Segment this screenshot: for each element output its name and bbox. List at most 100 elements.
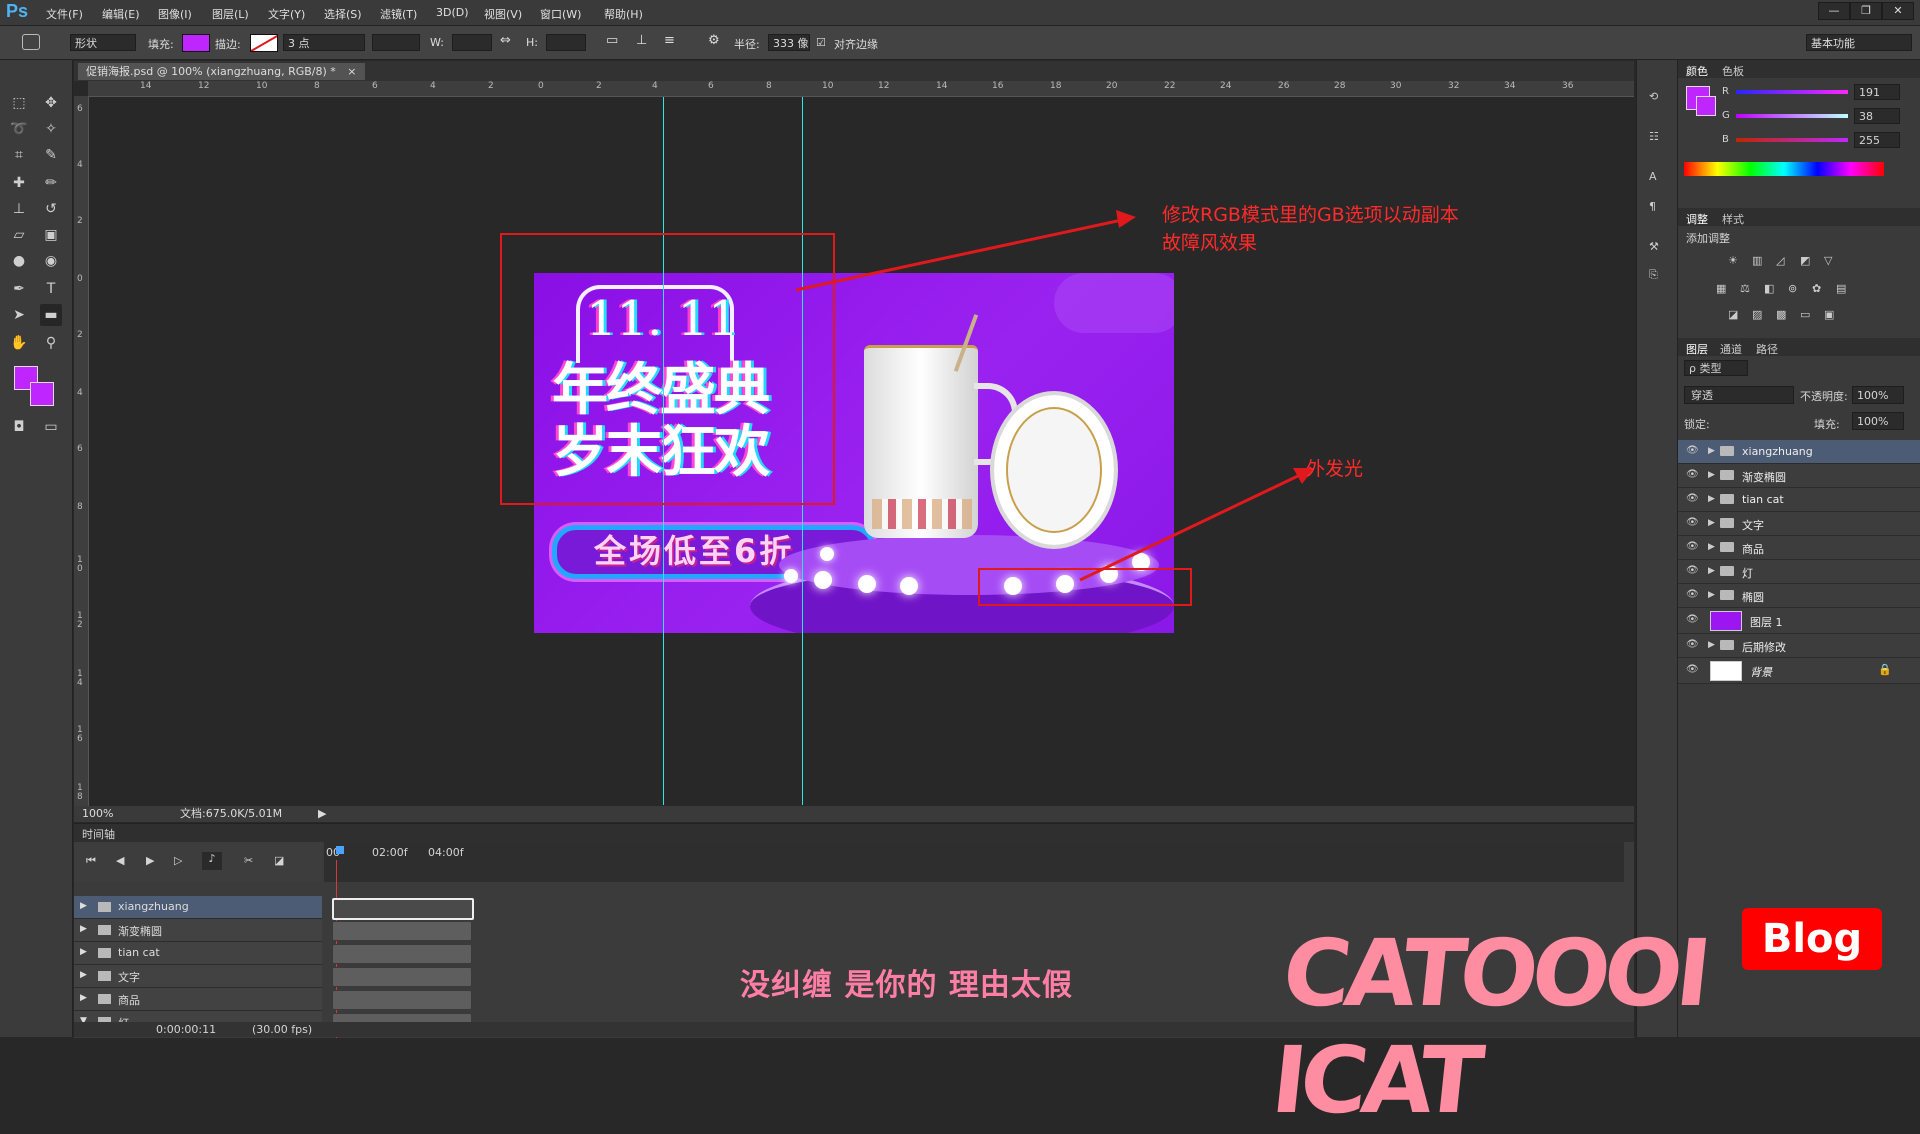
eye-icon[interactable]: 👁 <box>1686 493 1699 505</box>
timeline-clip[interactable] <box>332 921 472 941</box>
gradient-map-icon[interactable]: ▭ <box>1800 308 1810 321</box>
layer-row[interactable]: 👁 ▶ 后期修改 <box>1678 634 1920 658</box>
r-slider[interactable] <box>1736 90 1848 94</box>
expand-arrow-icon[interactable]: ▶ <box>80 924 87 934</box>
tab-layers[interactable]: 图层 <box>1686 341 1708 357</box>
expand-arrow-icon[interactable]: ▶ <box>1708 566 1715 576</box>
eye-icon[interactable]: 👁 <box>1686 589 1699 601</box>
current-time[interactable]: 0:00:00:11 <box>156 1023 216 1036</box>
b-value[interactable]: 255 <box>1854 132 1900 148</box>
invert-icon[interactable]: ◪ <box>1728 308 1738 321</box>
playhead-icon[interactable] <box>336 846 344 854</box>
eye-icon[interactable]: 👁 <box>1686 469 1699 481</box>
timeline-layer-name: 渐变椭圆 <box>118 925 162 938</box>
expand-arrow-icon[interactable]: ▶ <box>1708 494 1715 504</box>
bw-icon[interactable]: ◧ <box>1764 282 1774 295</box>
annotation-arrow <box>1079 473 1301 582</box>
fill-field[interactable]: 100% <box>1852 412 1904 430</box>
expand-arrow-icon[interactable]: ▶ <box>1708 590 1715 600</box>
expand-arrow-icon[interactable]: ▶ <box>80 970 87 980</box>
posterize-icon[interactable]: ▨ <box>1752 308 1762 321</box>
b-slider[interactable] <box>1736 138 1848 142</box>
layer-row[interactable]: 👁 ▶ 文字 <box>1678 512 1920 536</box>
timeline-layer-row[interactable]: ▶ 文字 <box>74 965 322 988</box>
scissors-icon[interactable]: ✂ <box>244 854 253 867</box>
layer-row[interactable]: 👁 ▶ tian cat <box>1678 488 1920 512</box>
play-icon[interactable]: ▶ <box>146 854 154 867</box>
curves-icon[interactable]: ◿ <box>1776 254 1784 267</box>
lookup-icon[interactable]: ▤ <box>1836 282 1846 295</box>
layer-row[interactable]: 👁 背景 🔒 <box>1678 658 1920 684</box>
timeline-layer-row[interactable]: ▶ 商品 <box>74 988 322 1011</box>
eye-icon[interactable]: 👁 <box>1686 639 1699 651</box>
g-value[interactable]: 38 <box>1854 108 1900 124</box>
timeline-clip[interactable] <box>332 944 472 964</box>
tab-swatches[interactable]: 色板 <box>1722 63 1744 79</box>
transition-icon[interactable]: ◪ <box>274 854 284 867</box>
r-value[interactable]: 191 <box>1854 84 1900 100</box>
eye-icon[interactable]: 👁 <box>1686 664 1699 676</box>
properties-icon[interactable]: ☷ <box>1649 130 1659 143</box>
zoom-level[interactable]: 100% <box>82 806 113 822</box>
g-slider[interactable] <box>1736 114 1848 118</box>
tool-presets-icon[interactable]: ⚒ <box>1649 240 1659 253</box>
layer-row[interactable]: 👁 ▶ 灯 <box>1678 560 1920 584</box>
brightness-icon[interactable]: ☀ <box>1728 254 1738 267</box>
prev-frame-icon[interactable]: ◀ <box>116 854 124 867</box>
eye-icon[interactable]: 👁 <box>1686 445 1699 457</box>
layer-row[interactable]: 👁 ▶ 商品 <box>1678 536 1920 560</box>
expand-arrow-icon[interactable]: ▶ <box>1708 640 1715 650</box>
paragraph-icon[interactable]: ¶ <box>1649 200 1656 213</box>
opacity-field[interactable]: 100% <box>1852 386 1904 404</box>
layer-row[interactable]: 👁 图层 1 <box>1678 608 1920 634</box>
tab-styles[interactable]: 样式 <box>1722 211 1744 227</box>
tab-color[interactable]: 颜色 <box>1686 63 1708 79</box>
timeline-layer-name: tian cat <box>118 946 160 959</box>
color-balance-icon[interactable]: ⚖ <box>1740 282 1750 295</box>
photo-filter-icon[interactable]: ⊚ <box>1788 282 1797 295</box>
vibrance-icon[interactable]: ▽ <box>1824 254 1832 267</box>
threshold-icon[interactable]: ▩ <box>1776 308 1786 321</box>
timeline-clip[interactable] <box>332 898 474 920</box>
character-icon[interactable]: A <box>1649 170 1657 183</box>
timeline-layer-row[interactable]: ▶ tian cat <box>74 942 322 965</box>
timeline-clip[interactable] <box>332 990 472 1010</box>
status-menu-arrow-icon[interactable]: ▶ <box>318 806 326 822</box>
layer-row[interactable]: 👁 ▶ 椭圆 <box>1678 584 1920 608</box>
layer-row[interactable]: 👁 ▶ xiangzhuang <box>1678 440 1920 464</box>
blend-mode-select[interactable]: 穿透 <box>1684 386 1794 404</box>
eye-icon[interactable]: 👁 <box>1686 541 1699 553</box>
eye-icon[interactable]: 👁 <box>1686 565 1699 577</box>
eye-icon[interactable]: 👁 <box>1686 614 1699 626</box>
expand-arrow-icon[interactable]: ▶ <box>1708 542 1715 552</box>
color-spectrum[interactable] <box>1684 162 1884 176</box>
color-bg-swatch[interactable] <box>1696 96 1716 116</box>
expand-arrow-icon[interactable]: ▶ <box>1708 446 1715 456</box>
expand-arrow-icon[interactable]: ▶ <box>1708 518 1715 528</box>
tab-adjustments[interactable]: 调整 <box>1686 211 1708 227</box>
history-icon[interactable]: ⟲ <box>1649 90 1658 103</box>
expand-arrow-icon[interactable]: ▶ <box>80 947 87 957</box>
tab-channels[interactable]: 通道 <box>1720 341 1742 357</box>
layer-row[interactable]: 👁 ▶ 渐变椭圆 <box>1678 464 1920 488</box>
selective-color-icon[interactable]: ▣ <box>1824 308 1834 321</box>
tab-paths[interactable]: 路径 <box>1756 341 1778 357</box>
timeline-layer-row[interactable]: ▶ 渐变椭圆 <box>74 919 322 942</box>
audio-icon[interactable]: ♪ <box>202 852 222 870</box>
layer-filter-kind-select[interactable]: ρ 类型 <box>1684 360 1748 376</box>
time-ruler[interactable]: 00 02:00f 04:00f <box>324 842 1624 882</box>
clone-source-icon[interactable]: ⎘ <box>1649 268 1658 282</box>
hue-icon[interactable]: ▦ <box>1716 282 1726 295</box>
expand-arrow-icon[interactable]: ▶ <box>1708 470 1715 480</box>
channel-mixer-icon[interactable]: ✿ <box>1812 282 1821 295</box>
folder-icon <box>98 948 111 958</box>
timeline-layer-row[interactable]: ▶ xiangzhuang <box>74 896 322 919</box>
expand-arrow-icon[interactable]: ▶ <box>80 993 87 1003</box>
timeline-clip[interactable] <box>332 967 472 987</box>
next-frame-icon[interactable]: ▷ <box>174 854 182 867</box>
exposure-icon[interactable]: ◩ <box>1800 254 1810 267</box>
eye-icon[interactable]: 👁 <box>1686 517 1699 529</box>
expand-arrow-icon[interactable]: ▶ <box>80 901 87 911</box>
first-frame-icon[interactable]: ⏮ <box>86 854 96 868</box>
levels-icon[interactable]: ▥ <box>1752 254 1762 267</box>
